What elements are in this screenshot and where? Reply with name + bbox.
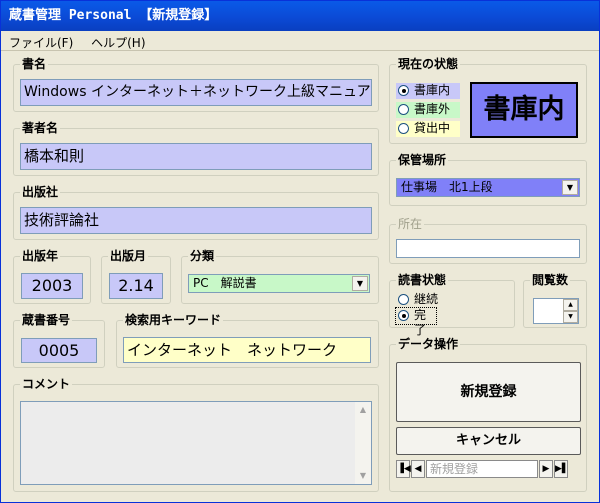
- status-option-label: 貸出中: [414, 121, 451, 135]
- book-number-field: 0005: [21, 338, 97, 363]
- reading-option-label: 継続: [414, 292, 439, 306]
- category-label: 分類: [188, 249, 217, 263]
- book-title-label: 書名: [20, 57, 49, 71]
- reading-label: 読書状態: [396, 273, 449, 287]
- first-record-icon[interactable]: ▐◀: [396, 460, 411, 478]
- comment-label: コメント: [20, 377, 73, 391]
- book-title-input[interactable]: Windows インターネット＋ネットワーク上級マニュアル: [20, 79, 372, 106]
- data-ops-label: データ操作: [396, 337, 461, 351]
- category-group: 分類 PC 解説書 ▼: [181, 249, 379, 304]
- pub-month-label: 出版月: [108, 249, 149, 263]
- reading-option-label: 完了: [414, 308, 427, 337]
- pub-year-label: 出版年: [20, 249, 61, 263]
- publisher-input[interactable]: 技術評論社: [20, 207, 372, 234]
- location-input[interactable]: [396, 239, 580, 258]
- views-group: 閲覧数 ▲ ▼: [523, 273, 587, 328]
- menu-help[interactable]: ヘルプ(H): [83, 31, 151, 51]
- reading-radio-continue[interactable]: 継続: [396, 292, 456, 308]
- storage-select[interactable]: 仕事場 北1上段 ▼: [396, 178, 580, 197]
- status-option-label: 書庫外: [414, 102, 451, 116]
- record-navigator: ▐◀ ◀ 新規登録 ▶ ▶▌: [396, 460, 581, 480]
- author-input[interactable]: 橋本和則: [20, 143, 372, 170]
- radio-unselected-icon: [398, 123, 409, 134]
- views-stepper[interactable]: ▲ ▼: [533, 298, 579, 324]
- comment-textarea[interactable]: ▲ ▼: [20, 401, 372, 485]
- author-label: 著者名: [20, 121, 61, 135]
- cancel-button[interactable]: キャンセル: [396, 427, 581, 455]
- status-display: 書庫内: [470, 82, 578, 138]
- publisher-group: 出版社 技術評論社: [13, 185, 379, 240]
- category-dropdown-icon[interactable]: ▼: [352, 276, 368, 291]
- storage-label: 保管場所: [396, 153, 449, 167]
- book-number-group: 蔵書番号 0005: [13, 313, 105, 368]
- storage-value: 仕事場 北1上段: [401, 180, 493, 194]
- views-label: 閲覧数: [530, 273, 571, 287]
- scroll-down-icon[interactable]: ▼: [355, 468, 371, 484]
- location-group: 所在: [389, 217, 587, 264]
- record-indicator: 新規登録: [426, 460, 538, 478]
- comment-scrollbar[interactable]: ▲ ▼: [355, 402, 371, 484]
- keyword-label: 検索用キーワード: [123, 313, 224, 327]
- pub-month-group: 出版月 2.14: [101, 249, 171, 304]
- radio-unselected-icon: [398, 104, 409, 115]
- book-title-group: 書名 Windows インターネット＋ネットワーク上級マニュアル: [13, 57, 379, 112]
- author-group: 著者名 橋本和則: [13, 121, 379, 176]
- storage-dropdown-icon[interactable]: ▼: [562, 180, 578, 195]
- status-radio-inside[interactable]: 書庫内: [396, 83, 460, 99]
- comment-group: コメント ▲ ▼: [13, 377, 379, 492]
- status-radio-lent[interactable]: 貸出中: [396, 121, 460, 137]
- keyword-input[interactable]: インターネット ネットワーク: [123, 337, 371, 363]
- register-button[interactable]: 新規登録: [396, 362, 581, 422]
- pub-year-group: 出版年 2003: [13, 249, 91, 304]
- publisher-label: 出版社: [20, 185, 61, 199]
- status-option-label: 書庫内: [414, 83, 451, 97]
- storage-group: 保管場所 仕事場 北1上段 ▼: [389, 153, 587, 206]
- scroll-up-icon[interactable]: ▲: [355, 402, 371, 418]
- menu-bar: ファイル(F) ヘルプ(H): [1, 31, 599, 51]
- book-number-label: 蔵書番号: [20, 313, 73, 327]
- keyword-group: 検索用キーワード インターネット ネットワーク: [116, 313, 379, 368]
- status-radio-outside[interactable]: 書庫外: [396, 102, 460, 118]
- radio-unselected-icon: [398, 294, 409, 305]
- category-value: PC 解説書: [193, 276, 257, 290]
- data-ops-group: データ操作 新規登録 キャンセル ▐◀ ◀ 新規登録 ▶ ▶▌: [389, 337, 587, 492]
- prev-record-icon[interactable]: ◀: [411, 460, 425, 478]
- radio-selected-icon: [398, 310, 409, 321]
- menu-file[interactable]: ファイル(F): [1, 31, 79, 51]
- title-bar[interactable]: 蔵書管理 Personal 【新規登録】: [1, 1, 599, 31]
- location-label: 所在: [396, 217, 425, 231]
- app-window: 蔵書管理 Personal 【新規登録】 ファイル(F) ヘルプ(H) 書名 W…: [0, 0, 600, 503]
- pub-year-input[interactable]: 2003: [21, 273, 83, 299]
- radio-selected-icon: [398, 85, 409, 96]
- status-label: 現在の状態: [396, 57, 461, 71]
- stepper-up-icon[interactable]: ▲: [563, 299, 578, 311]
- status-group: 現在の状態 書庫内 書庫外 貸出中 書庫内: [389, 57, 587, 144]
- stepper-down-icon[interactable]: ▼: [563, 311, 578, 323]
- reading-radio-complete[interactable]: 完了: [395, 307, 437, 337]
- reading-group: 読書状態 継続 完了: [389, 273, 515, 337]
- category-select[interactable]: PC 解説書 ▼: [188, 274, 370, 293]
- last-record-icon[interactable]: ▶▌: [554, 460, 569, 478]
- pub-month-input[interactable]: 2.14: [109, 273, 163, 299]
- next-record-icon[interactable]: ▶: [539, 460, 553, 478]
